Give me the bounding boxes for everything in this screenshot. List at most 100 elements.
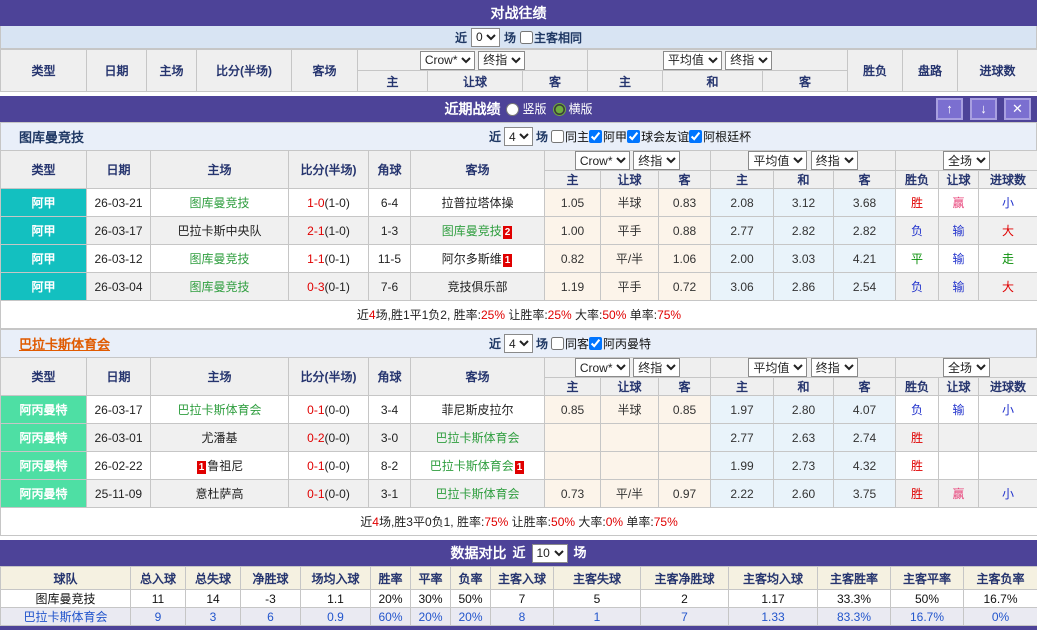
team-name[interactable]: 图库曼竞技	[189, 196, 249, 210]
red-card-badge: 1	[503, 254, 513, 267]
filter-checkbox-label[interactable]: 阿甲	[589, 128, 627, 145]
filter-checkbox[interactable]	[689, 130, 702, 143]
filter-checkbox-label[interactable]: 同客	[551, 335, 589, 352]
col-corner: 角球	[369, 358, 411, 396]
filter-checkbox-label[interactable]: 同主	[551, 128, 589, 145]
europe-odds-cell: 2.77	[711, 424, 774, 452]
compare-column-header: 负率	[451, 567, 491, 590]
filter-checkbox[interactable]	[551, 337, 564, 350]
same-homeaway-checkbox[interactable]	[520, 31, 533, 44]
handicap-odds-cell: 0.82	[545, 245, 601, 273]
compare-stat-value: 3	[186, 608, 241, 626]
filter-checkbox-label[interactable]: 阿根廷杯	[689, 128, 751, 145]
compare-stat-value: 33.3%	[818, 590, 891, 608]
final-index-select[interactable]: 终指	[633, 151, 680, 170]
col-avg-draw: 和	[774, 378, 834, 396]
average-select[interactable]: 平均值	[663, 51, 722, 70]
compare-near-count-select[interactable]: 10	[532, 544, 568, 563]
league-badge: 阿丙曼特	[1, 480, 87, 508]
compare-stat-value: 20%	[371, 590, 411, 608]
filter-checkbox-label[interactable]: 球会友谊	[627, 128, 689, 145]
filter-checkbox-label[interactable]: 阿丙曼特	[589, 335, 651, 352]
away-team-cell: 竞技俱乐部	[411, 273, 545, 301]
league-badge: 阿甲	[1, 245, 87, 273]
team1-near-count-select[interactable]: 4	[504, 127, 533, 146]
filter-checkbox[interactable]	[551, 130, 564, 143]
match-date: 26-03-12	[87, 245, 151, 273]
team-name[interactable]: 图库曼竞技	[189, 252, 249, 266]
final-index-select[interactable]: 终指	[478, 51, 525, 70]
col-avg-draw: 和	[774, 171, 834, 189]
compare-column-header: 总失球	[186, 567, 241, 590]
compare-stat-value: 20%	[451, 608, 491, 626]
match-row: 阿丙曼特26-03-01尤潘基0-2(0-0)3-0巴拉卡斯体育会2.772.6…	[1, 424, 1037, 452]
move-down-button[interactable]: ↓	[970, 98, 997, 120]
league-badge: 阿丙曼特	[1, 452, 87, 480]
team-name[interactable]: 巴拉卡斯体育会	[435, 487, 519, 501]
final-index-select[interactable]: 终指	[811, 358, 858, 377]
compare-stat-value: 0.9	[301, 608, 371, 626]
team-name[interactable]: 巴拉卡斯体育会	[435, 431, 519, 445]
team-name: 竞技俱乐部	[447, 280, 507, 294]
team-name[interactable]: 图库曼竞技	[189, 280, 249, 294]
europe-odds-cell: 1.97	[711, 396, 774, 424]
filter-checkbox[interactable]	[627, 130, 640, 143]
handicap-odds-group: Crow* 终指	[358, 50, 588, 71]
europe-odds-group: 平均值 终指	[711, 358, 896, 378]
final-index-select[interactable]: 终指	[811, 151, 858, 170]
fulltime-select[interactable]: 全场	[943, 151, 990, 170]
team-name[interactable]: 巴拉卡斯体育会	[177, 403, 261, 417]
match-row: 阿甲26-03-12图库曼竞技1-1(0-1)11-5阿尔多斯维10.82平/半…	[1, 245, 1037, 273]
odds-company-select[interactable]: Crow*	[575, 151, 630, 170]
compare-column-header: 主客负率	[964, 567, 1037, 590]
home-team-cell: 尤潘基	[151, 424, 289, 452]
team-name[interactable]: 巴拉卡斯体育会	[430, 459, 514, 473]
h2h-near-count-select[interactable]: 0	[471, 28, 500, 47]
move-up-button[interactable]: ↑	[936, 98, 963, 120]
handicap-odds-cell: 0.97	[659, 480, 711, 508]
final-index-select[interactable]: 终指	[725, 51, 772, 70]
col-avg-home: 主	[711, 378, 774, 396]
home-team-cell: 1鲁祖尼	[151, 452, 289, 480]
close-button[interactable]: ✕	[1004, 98, 1031, 120]
fulltime-select[interactable]: 全场	[943, 358, 990, 377]
handicap-odds-cell	[659, 424, 711, 452]
handicap-odds-cell: 平手	[601, 217, 659, 245]
result-cell: 大	[979, 273, 1037, 301]
filter-checkbox[interactable]	[589, 130, 602, 143]
red-card-badge: 1	[197, 461, 207, 474]
col-avg-away: 客	[834, 378, 896, 396]
home-team-cell: 图库曼竞技	[151, 245, 289, 273]
result-cell: 胜	[896, 189, 939, 217]
team-name[interactable]: 图库曼竞技	[442, 224, 502, 238]
horizontal-layout-radio-label[interactable]: 横版	[553, 96, 593, 122]
europe-odds-cell: 2.82	[834, 217, 896, 245]
horizontal-layout-radio[interactable]	[553, 103, 566, 116]
same-homeaway-checkbox-label[interactable]: 主客相同	[520, 29, 582, 46]
red-card-badge: 1	[515, 461, 525, 474]
match-date: 26-02-22	[87, 452, 151, 480]
vertical-layout-radio-label[interactable]: 竖版	[506, 96, 546, 122]
filter-checkbox[interactable]	[589, 337, 602, 350]
match-date: 26-03-17	[87, 217, 151, 245]
col-type: 类型	[1, 151, 87, 189]
handicap-odds-cell	[601, 452, 659, 480]
average-select[interactable]: 平均值	[748, 151, 807, 170]
compare-stat-value: 83.3%	[818, 608, 891, 626]
compare-stat-value: 16.7%	[891, 608, 964, 626]
vertical-layout-radio[interactable]	[506, 103, 519, 116]
odds-company-select[interactable]: Crow*	[575, 358, 630, 377]
average-select[interactable]: 平均值	[748, 358, 807, 377]
odds-company-select[interactable]: Crow*	[420, 51, 475, 70]
europe-odds-cell: 2.77	[711, 217, 774, 245]
col-score: 比分(半场)	[197, 50, 292, 92]
team-name: 尤潘基	[201, 431, 237, 445]
final-index-select[interactable]: 终指	[633, 358, 680, 377]
result-cell: 输	[939, 273, 979, 301]
h2h-table: 类型 日期 主场 比分(半场) 客场 Crow* 终指 平均值 终指 胜负 盘路…	[0, 49, 1037, 92]
away-team-cell: 拉普拉塔体操	[411, 189, 545, 217]
team2-name-link[interactable]: 巴拉卡斯体育会	[19, 334, 110, 353]
team2-near-count-select[interactable]: 4	[504, 334, 533, 353]
col-odds-away: 客	[659, 378, 711, 396]
filter-checkbox-text: 球会友谊	[641, 128, 689, 145]
